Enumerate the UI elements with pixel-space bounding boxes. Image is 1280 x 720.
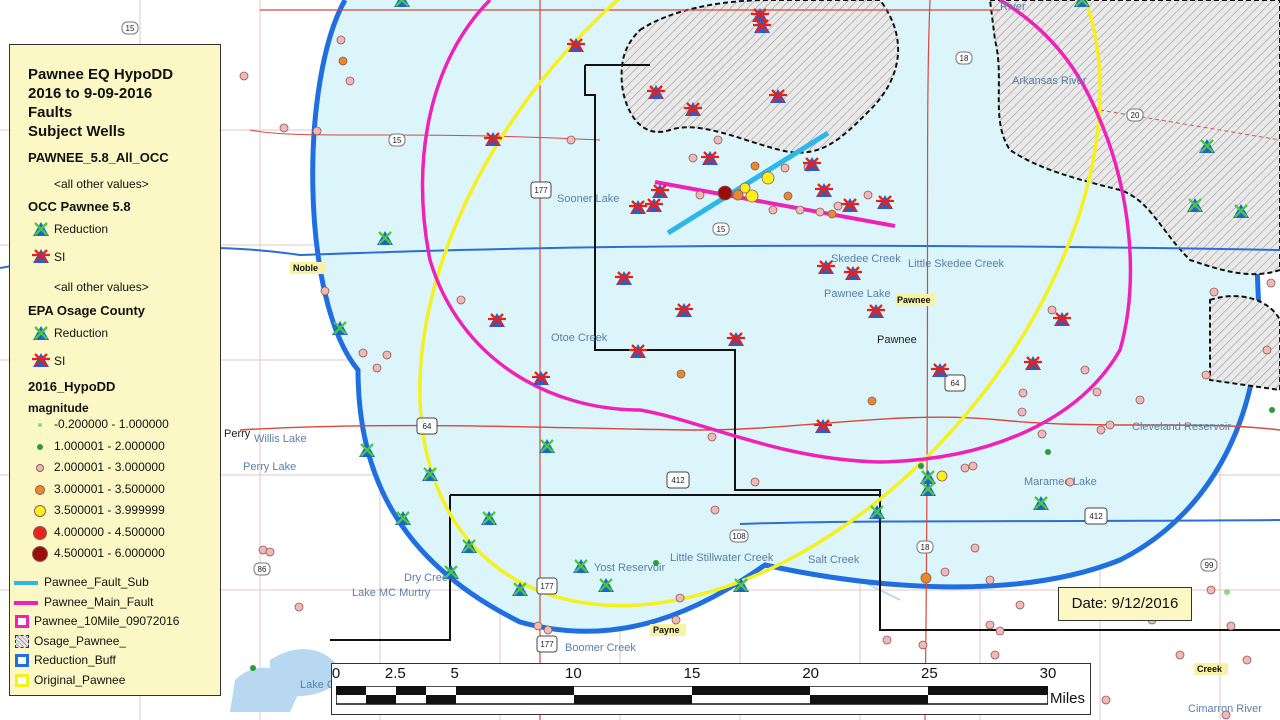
magnitude-swatch (38, 423, 42, 427)
magnitude-class-label: 2.000001 - 3.000000 (54, 460, 165, 474)
svg-text:412: 412 (671, 476, 685, 485)
scale-bar-tick: 2.5 (384, 665, 406, 682)
lake-partial-label: Lake C (300, 679, 335, 691)
scale-bar-tick: 30 (1039, 665, 1057, 682)
scale-bar-tick: 15 (683, 665, 701, 682)
si-well-icon (32, 353, 50, 367)
svg-text:177: 177 (534, 186, 548, 195)
legend-occ-group: OCC Pawnee 5.8 (28, 199, 131, 214)
svg-text:177: 177 (540, 582, 554, 591)
scale-bar-tick: 0 (331, 665, 341, 682)
magnitude-class-label: 4.000000 - 4.500000 (54, 524, 165, 539)
legend-hypodd-group: 2016_HypoDD (28, 379, 116, 394)
svg-text:412: 412 (1089, 512, 1103, 521)
scale-bar-tick: 10 (564, 665, 582, 682)
date-box: Date: 9/12/2016 (1058, 587, 1192, 621)
layer-label: Pawnee_10Mile_09072016 (34, 614, 180, 628)
payne-label: Payne (653, 625, 680, 635)
salt-creek-label: Salt Creek (808, 554, 860, 566)
scale-bar: 0 2.5 5 10 15 20 25 30 Miles (331, 663, 1091, 715)
arkansas-river-label: Arkansas River (1012, 75, 1087, 87)
magnitude-class-label: 3.500001 - 3.999999 (54, 503, 165, 517)
layer-swatch (15, 673, 29, 687)
scale-bar-units: Miles (1050, 690, 1086, 707)
perry-lake-label: Perry Lake (243, 461, 296, 473)
legend-magnitude-label: magnitude (28, 401, 89, 415)
svg-text:18: 18 (921, 543, 930, 552)
magnitude-class-label: 3.000001 - 3.500000 (54, 481, 165, 496)
layer-swatch (15, 654, 29, 667)
legend-title-line-2: 2016 to 9-09-2016 (28, 85, 153, 102)
layer-swatch (15, 615, 29, 628)
legend-all-other-2: <all other values> (54, 280, 149, 294)
magnitude-swatch (33, 525, 47, 540)
skedee-creek-label: Skedee Creek (831, 253, 901, 265)
magnitude-swatch (36, 464, 44, 472)
sooner-lake-label: Sooner Lake (557, 193, 619, 205)
magnitude-swatch (34, 505, 46, 517)
reduction-well-icon (33, 326, 49, 340)
legend-pawnee-layer: PAWNEE_5.8_All_OCC (28, 150, 169, 165)
magnitude-swatch (32, 546, 48, 562)
osage-area-southeast (1209, 295, 1280, 392)
scale-bar-tick: 5 (450, 665, 459, 682)
legend-panel: Pawnee EQ HypoDD 2016 to 9-09-2016 Fault… (9, 44, 221, 696)
svg-text:64: 64 (951, 379, 960, 388)
legend-title-line-1: Pawnee EQ HypoDD (28, 66, 174, 83)
svg-text:99: 99 (1205, 561, 1214, 570)
layer-swatch (15, 634, 29, 648)
scale-bar-tick: 20 (802, 665, 819, 682)
reduction-well-icon (33, 222, 49, 236)
perry-label: Perry (224, 428, 251, 440)
maramec-lake-label: Maramec Lake (1024, 476, 1097, 488)
cleveland-reservoir-label: Cleveland Reservoir (1132, 421, 1231, 433)
svg-text:108: 108 (732, 532, 746, 541)
layer-label: Original_Pawnee (34, 672, 126, 687)
svg-text:15: 15 (393, 136, 402, 145)
svg-text:15: 15 (126, 24, 135, 33)
legend-occ-si: SI (54, 250, 66, 264)
pawnee-lake-label: Pawnee Lake (824, 288, 891, 300)
otoe-creek-label: Otoe Creek (551, 332, 608, 344)
noble-label: Noble (293, 263, 318, 273)
svg-text:18: 18 (960, 54, 969, 63)
svg-text:20: 20 (1131, 111, 1140, 120)
legend-title: Pawnee EQ HypoDD 2016 to 9-09-2016 Fault… (28, 65, 173, 141)
boomer-creek-label: Boomer Creek (565, 642, 636, 654)
legend-title-line-3: Faults (28, 104, 73, 121)
si-well-icon (32, 249, 50, 263)
pawnee-town-label: Pawnee (877, 334, 917, 346)
little-stillwater-creek-label: Little Stillwater Creek (670, 552, 774, 564)
legend-all-other-1: <all other values> (54, 177, 149, 191)
legend-epa-si: SI (54, 354, 66, 368)
little-skedee-creek-label: Little Skedee Creek (908, 258, 1004, 270)
layer-label: Osage_Pawnee_ (34, 633, 127, 648)
scale-bar-tick: 25 (920, 665, 938, 682)
svg-text:15: 15 (717, 225, 726, 234)
svg-text:86: 86 (258, 565, 267, 574)
magnitude-class-label: -0.200000 - 1.000000 (54, 417, 169, 431)
magnitude-class-label: 1.000001 - 2.000000 (54, 438, 165, 453)
magnitude-class-label: 4.500001 - 6.000000 (54, 546, 165, 560)
creek-county-label: Creek (1197, 664, 1223, 674)
layer-label: Reduction_Buff (34, 653, 116, 667)
legend-epa-group: EPA Osage County (28, 303, 146, 318)
magnitude-swatch (35, 484, 45, 495)
magnitude-swatch (37, 443, 43, 450)
legend-epa-reduction: Reduction (54, 326, 109, 340)
legend-title-line-4: Subject Wells (28, 123, 126, 140)
layer-label: Pawnee_Fault_Sub (44, 575, 149, 589)
svg-text:177: 177 (540, 640, 554, 649)
svg-text:64: 64 (423, 422, 432, 431)
river-label: River (1000, 1, 1026, 13)
legend-occ-reduction: Reduction (54, 222, 109, 236)
layer-swatch (14, 600, 38, 605)
willis-lake-label: Willis Lake (254, 433, 307, 445)
layer-label: Pawnee_Main_Fault (44, 594, 154, 609)
lake-mc-murtry-label: Lake MC Murtry (352, 587, 431, 599)
pawnee-highlight-label: Pawnee (897, 295, 931, 305)
scale-bar-graphic (336, 686, 1048, 705)
layer-swatch (14, 581, 38, 585)
